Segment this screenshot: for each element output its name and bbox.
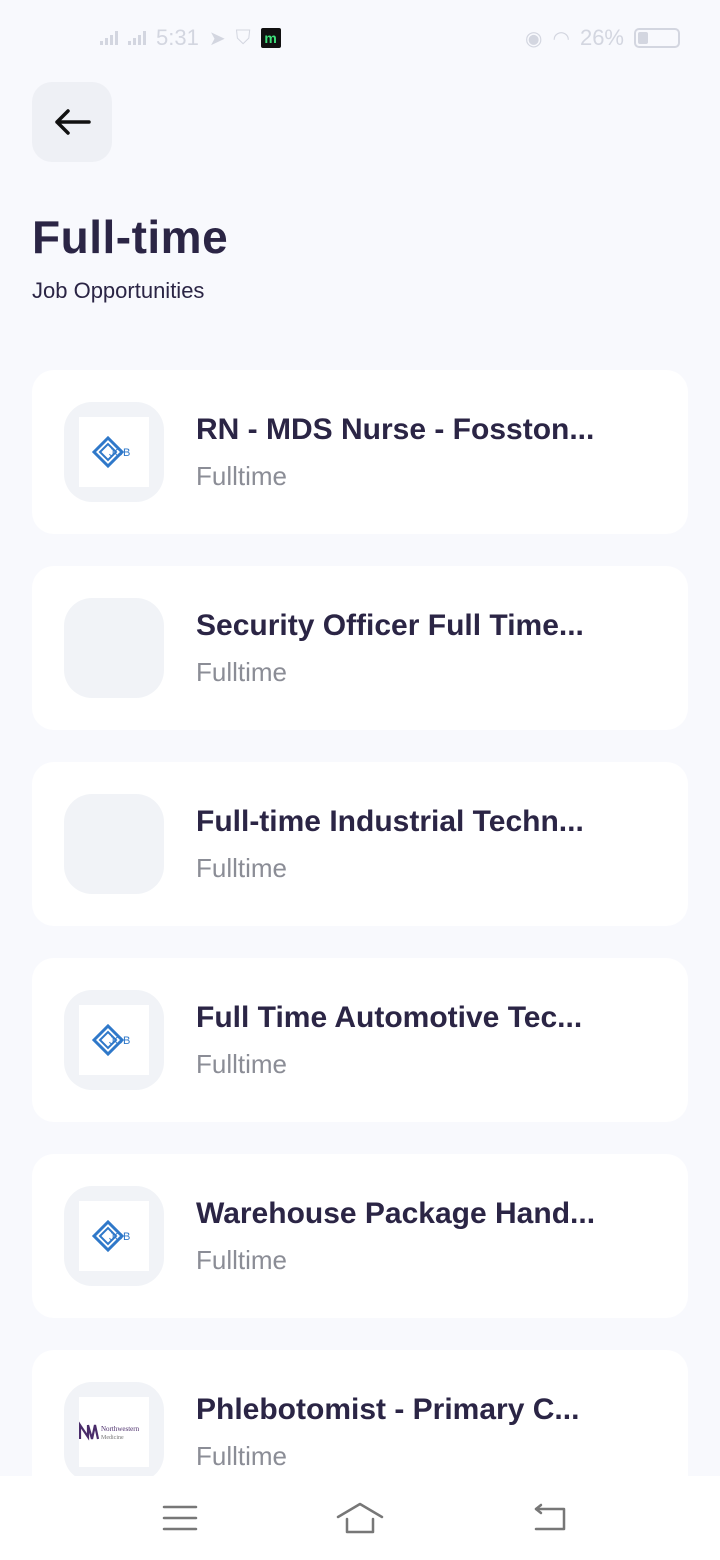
job-type: Fulltime [196, 1244, 288, 1275]
alarm-icon: ◉ [525, 27, 543, 50]
svg-text:Northwestern: Northwestern [101, 1425, 140, 1433]
menu-icon [162, 1505, 198, 1531]
page-title: Full-time [32, 211, 229, 263]
job-list: JOB RN - MDS Nurse - Fosston... Fulltime… [32, 370, 688, 1546]
job-logo-icon: JOB [92, 435, 130, 469]
job-card[interactable]: Full-time Industrial Techn... Fulltime [32, 762, 688, 926]
wifi-icon: ◠ [552, 27, 570, 50]
company-logo: JOB [64, 402, 164, 502]
system-nav-bar [0, 1476, 720, 1560]
job-card[interactable]: JOB Full Time Automotive Tec... Fulltime [32, 958, 688, 1122]
job-card[interactable]: JOB Warehouse Package Hand... Fulltime [32, 1154, 688, 1318]
battery-icon [634, 28, 680, 48]
status-left: 5:31 ➤ ⛉ m [100, 25, 281, 51]
arrow-left-icon [55, 109, 91, 135]
signal-icon [100, 31, 118, 45]
logo-image: JOB [79, 1201, 149, 1271]
job-type: Fulltime [196, 852, 288, 883]
job-title: Warehouse Package Hand... [196, 1196, 596, 1230]
job-text: Warehouse Package Hand... Fulltime [196, 1197, 626, 1276]
job-title: Phlebotomist - Primary C... [196, 1392, 580, 1426]
company-logo: Northwestern Medicine [64, 1382, 164, 1482]
job-type: Fulltime [196, 656, 288, 687]
company-logo: JOB [64, 990, 164, 1090]
svg-text:Medicine: Medicine [101, 1435, 124, 1441]
logo-image: JOB [79, 1005, 149, 1075]
back-nav-button[interactable] [520, 1498, 580, 1538]
back-button[interactable] [32, 82, 112, 162]
job-type: Fulltime [196, 1048, 288, 1079]
job-text: Full-time Industrial Techn... Fulltime [196, 805, 626, 884]
company-logo-placeholder [64, 598, 164, 698]
northwestern-logo-icon: Northwestern Medicine [79, 1421, 140, 1441]
home-button[interactable] [330, 1498, 390, 1538]
job-card[interactable]: Security Officer Full Time... Fulltime [32, 566, 688, 730]
job-card[interactable]: JOB RN - MDS Nurse - Fosston... Fulltime [32, 370, 688, 534]
job-title: Full Time Automotive Tec... [196, 1000, 583, 1034]
back-nav-icon [534, 1503, 566, 1531]
job-text: Phlebotomist - Primary C... Fulltime [196, 1393, 626, 1472]
svg-text:JOB: JOB [109, 1035, 130, 1047]
job-title: RN - MDS Nurse - Fosston... [196, 412, 595, 446]
app-notification-icon: m [260, 28, 281, 48]
company-logo: JOB [64, 1186, 164, 1286]
home-icon [336, 1502, 384, 1534]
screen: 5:31 ➤ ⛉ m ◉ ◠ 26% Full-time Job Opportu… [0, 0, 720, 1560]
job-text: Full Time Automotive Tec... Fulltime [196, 1001, 626, 1080]
logo-image: Northwestern Medicine [79, 1397, 149, 1467]
company-logo-placeholder [64, 794, 164, 894]
signal-icon-2 [128, 31, 146, 45]
job-text: Security Officer Full Time... Fulltime [196, 609, 626, 688]
job-logo-icon: JOB [92, 1023, 130, 1057]
shield-icon: ⛉ [235, 26, 251, 49]
svg-text:JOB: JOB [109, 447, 130, 459]
battery-percent: 26% [579, 25, 624, 50]
job-type: Fulltime [196, 460, 288, 491]
job-title: Full-time Industrial Techn... [196, 804, 584, 838]
svg-text:JOB: JOB [109, 1231, 130, 1243]
status-bar: 5:31 ➤ ⛉ m ◉ ◠ 26% [0, 0, 720, 76]
status-time: 5:31 [156, 25, 199, 50]
page-subtitle: Job Opportunities [32, 278, 205, 303]
logo-image: JOB [79, 417, 149, 487]
job-text: RN - MDS Nurse - Fosston... Fulltime [196, 413, 626, 492]
job-type: Fulltime [196, 1440, 288, 1471]
job-logo-icon: JOB [92, 1219, 130, 1253]
job-title: Security Officer Full Time... [196, 608, 584, 642]
recent-apps-button[interactable] [150, 1498, 210, 1538]
location-icon: ➤ [208, 27, 226, 50]
status-right: ◉ ◠ 26% [525, 25, 680, 51]
